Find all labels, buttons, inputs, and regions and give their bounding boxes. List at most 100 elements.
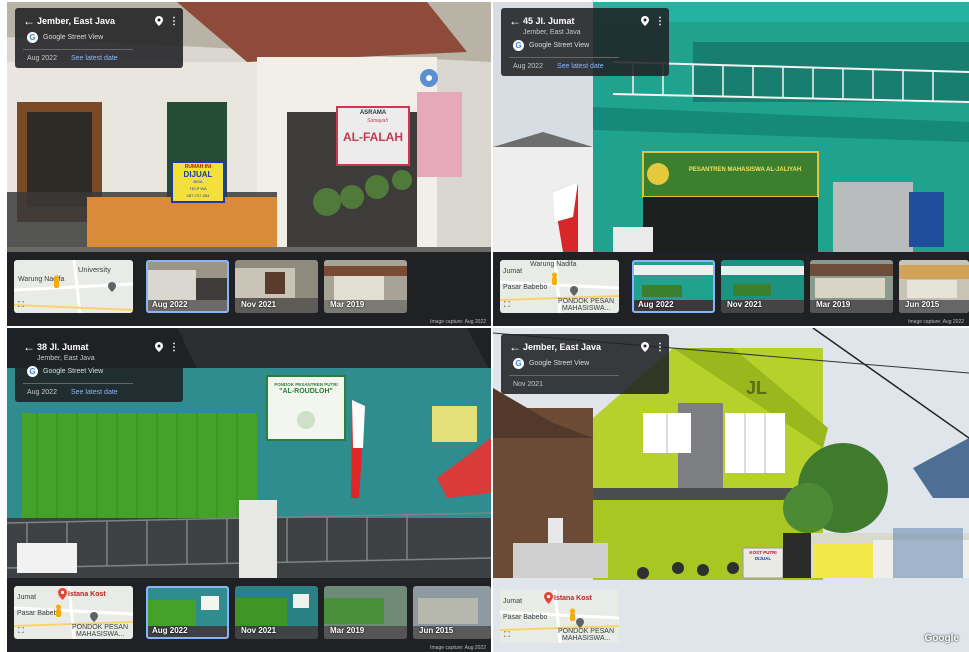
expand-map-icon[interactable]: ⛶	[18, 626, 24, 636]
thumb-date-label: Mar 2019	[330, 626, 365, 635]
more-options-icon[interactable]: ⋮	[169, 16, 179, 27]
thumb-date-label: Aug 2022	[152, 300, 188, 309]
more-options-icon[interactable]: ⋮	[655, 342, 665, 353]
timeline-strip: University Warung Nadifa ⛶ Aug 2022 Nov …	[7, 252, 491, 326]
location-header: ← Jember, East Java ⋮ G Google Street Vi…	[501, 334, 669, 394]
streetview-panel-3[interactable]: PONDOK PESANTREN PUTRI "AL-ROUDLOH" ← 38…	[7, 328, 491, 652]
place-marker-icon	[90, 612, 98, 622]
image-capture-note: Image capture: Aug 2022	[430, 645, 486, 651]
header-divider	[23, 383, 133, 384]
see-latest-date-link[interactable]: See latest date	[71, 389, 118, 396]
minimap-label-mahasiswa: MAHASISWA...	[562, 305, 611, 312]
back-arrow-icon[interactable]: ←	[509, 340, 523, 354]
timeline-thumb[interactable]: Aug 2022	[146, 586, 229, 639]
al-roudloh-text: PONDOK PESANTREN PUTRI "AL-ROUDLOH"	[269, 381, 343, 395]
sign-top-text: ASRAMA	[359, 110, 387, 116]
thumb-date-label: Jun 2015	[905, 300, 940, 309]
red-place-marker-icon	[58, 588, 67, 600]
timeline-thumb[interactable]: Aug 2022	[632, 260, 715, 313]
expand-map-icon[interactable]: ⛶	[18, 300, 24, 310]
building-letters: JL	[746, 378, 768, 398]
capture-date[interactable]: Aug 2022	[513, 63, 543, 70]
streetview-panel-4[interactable]: JL KOST PUTRI DIJUAL ← Jember, East Java…	[493, 328, 969, 652]
thumb-date-label: Nov 2021	[241, 300, 277, 309]
pegman-icon[interactable]	[52, 275, 61, 289]
thumb-date-label: Aug 2022	[638, 300, 674, 309]
timeline-strip: Warung Nadifa Jumat Pasar Babebo PONDOK …	[493, 252, 969, 326]
for-sale-line-2: DIJUAL	[183, 170, 213, 179]
image-capture-note: Image capture: Aug 2022	[908, 319, 964, 325]
location-subtitle: Jember, East Java	[523, 29, 581, 36]
streetview-panel-1[interactable]: ASRAMA Sumayah AL-FALAH RUMAH INI DIJUAL…	[7, 2, 491, 326]
thumb-date-label: Aug 2022	[152, 626, 188, 635]
minimap-label-pondok-pesan: PONDOK PESAN	[72, 624, 129, 631]
expand-map-icon[interactable]: ⛶	[504, 300, 510, 310]
header-divider	[23, 49, 133, 50]
kost-sign-line-2: DIJUAL	[754, 556, 772, 561]
timeline-thumb[interactable]: Mar 2019	[324, 260, 407, 313]
service-label: Google Street View	[529, 360, 590, 367]
pegman-icon[interactable]	[550, 272, 559, 286]
more-options-icon[interactable]: ⋮	[169, 342, 179, 353]
minimap[interactable]: Jumat Istana Kost Pasar Babebo PONDOK PE…	[500, 590, 619, 643]
location-header: ← 45 Jl. Jumat ⋮ Jember, East Java G Goo…	[501, 8, 669, 76]
timeline-thumb[interactable]: Nov 2021	[235, 260, 318, 313]
minimap-label-pondok-pesan: PONDOK PESAN	[558, 628, 615, 635]
see-latest-date-link[interactable]: See latest date	[557, 63, 604, 70]
timeline-thumb[interactable]: Nov 2021	[721, 260, 804, 313]
back-arrow-icon[interactable]: ←	[23, 14, 37, 28]
minimap-label-university: University	[78, 265, 111, 274]
more-options-icon[interactable]: ⋮	[655, 16, 665, 27]
back-arrow-icon[interactable]: ←	[23, 340, 37, 354]
capture-date[interactable]: Aug 2022	[27, 389, 57, 396]
timeline-thumb[interactable]: Aug 2022	[146, 260, 229, 313]
see-latest-date-link[interactable]: See latest date	[71, 55, 118, 62]
capture-date[interactable]: Nov 2021	[513, 381, 543, 388]
timeline-thumb[interactable]: Jun 2015	[413, 586, 491, 639]
thumb-date-label: Mar 2019	[816, 300, 851, 309]
expand-map-icon[interactable]: ⛶	[504, 630, 510, 640]
for-sale-line-4: TELP WA	[189, 186, 207, 191]
timeline-thumb[interactable]: Mar 2019	[324, 586, 407, 639]
pegman-icon[interactable]	[54, 604, 63, 618]
header-divider	[509, 375, 619, 376]
location-pin-icon[interactable]	[641, 342, 649, 352]
service-label: Google Street View	[529, 42, 590, 49]
place-marker-icon	[108, 282, 116, 292]
timeline-strip: Jumat Istana Kost Pasar Babebo PONDOK PE…	[7, 578, 491, 652]
location-subtitle: Jember, East Java	[37, 355, 95, 362]
google-logo-icon: G	[513, 358, 524, 369]
sign-line-1: PONDOK PESANTREN PUTRI	[274, 382, 338, 387]
google-logo-icon: G	[27, 366, 38, 377]
minimap[interactable]: Jumat Istana Kost Pasar Babebo PONDOK PE…	[14, 586, 133, 639]
minimap[interactable]: Warung Nadifa Jumat Pasar Babebo PONDOK …	[500, 260, 619, 313]
location-title: 38 Jl. Jumat	[37, 342, 89, 352]
google-logo-icon: G	[513, 40, 524, 51]
red-place-marker-icon	[544, 592, 553, 604]
thumb-date-label: Nov 2021	[241, 626, 277, 635]
minimap[interactable]: University Warung Nadifa ⛶	[14, 260, 133, 313]
location-pin-icon[interactable]	[155, 342, 163, 352]
kost-sign-text: KOST PUTRI DIJUAL	[745, 550, 781, 562]
thumb-date-label: Mar 2019	[330, 300, 365, 309]
back-arrow-icon[interactable]: ←	[509, 14, 523, 28]
sign-main-text: AL-FALAH	[343, 130, 403, 144]
service-label: Google Street View	[43, 34, 104, 41]
capture-date[interactable]: Aug 2022	[27, 55, 57, 62]
location-title: Jember, East Java	[523, 342, 602, 352]
banner-text: PESANTREN MAHASISWA AL-JALIYAH	[688, 167, 802, 173]
streetview-panel-2[interactable]: PESANTREN MAHASISWA AL-JALIYAH ← 45 Jl. …	[493, 2, 969, 326]
for-sale-text: RUMAH INI DIJUAL BISA TELP WA 087-727-45…	[173, 164, 223, 199]
thumb-date-label: Nov 2021	[727, 300, 763, 309]
minimap-label-jumat: Jumat	[17, 594, 37, 601]
service-label: Google Street View	[43, 368, 104, 375]
location-pin-icon[interactable]	[155, 16, 163, 26]
timeline-thumb[interactable]: Nov 2021	[235, 586, 318, 639]
image-capture-note: Image capture: Aug 2022	[430, 319, 486, 325]
for-sale-line-5: 087-727-454	[186, 193, 210, 198]
timeline-thumb[interactable]: Mar 2019	[810, 260, 893, 313]
location-pin-icon[interactable]	[641, 16, 649, 26]
sign-script-text: Sumayah	[367, 118, 389, 124]
timeline-thumb[interactable]: Jun 2015	[899, 260, 969, 313]
location-title: Jember, East Java	[37, 16, 116, 26]
